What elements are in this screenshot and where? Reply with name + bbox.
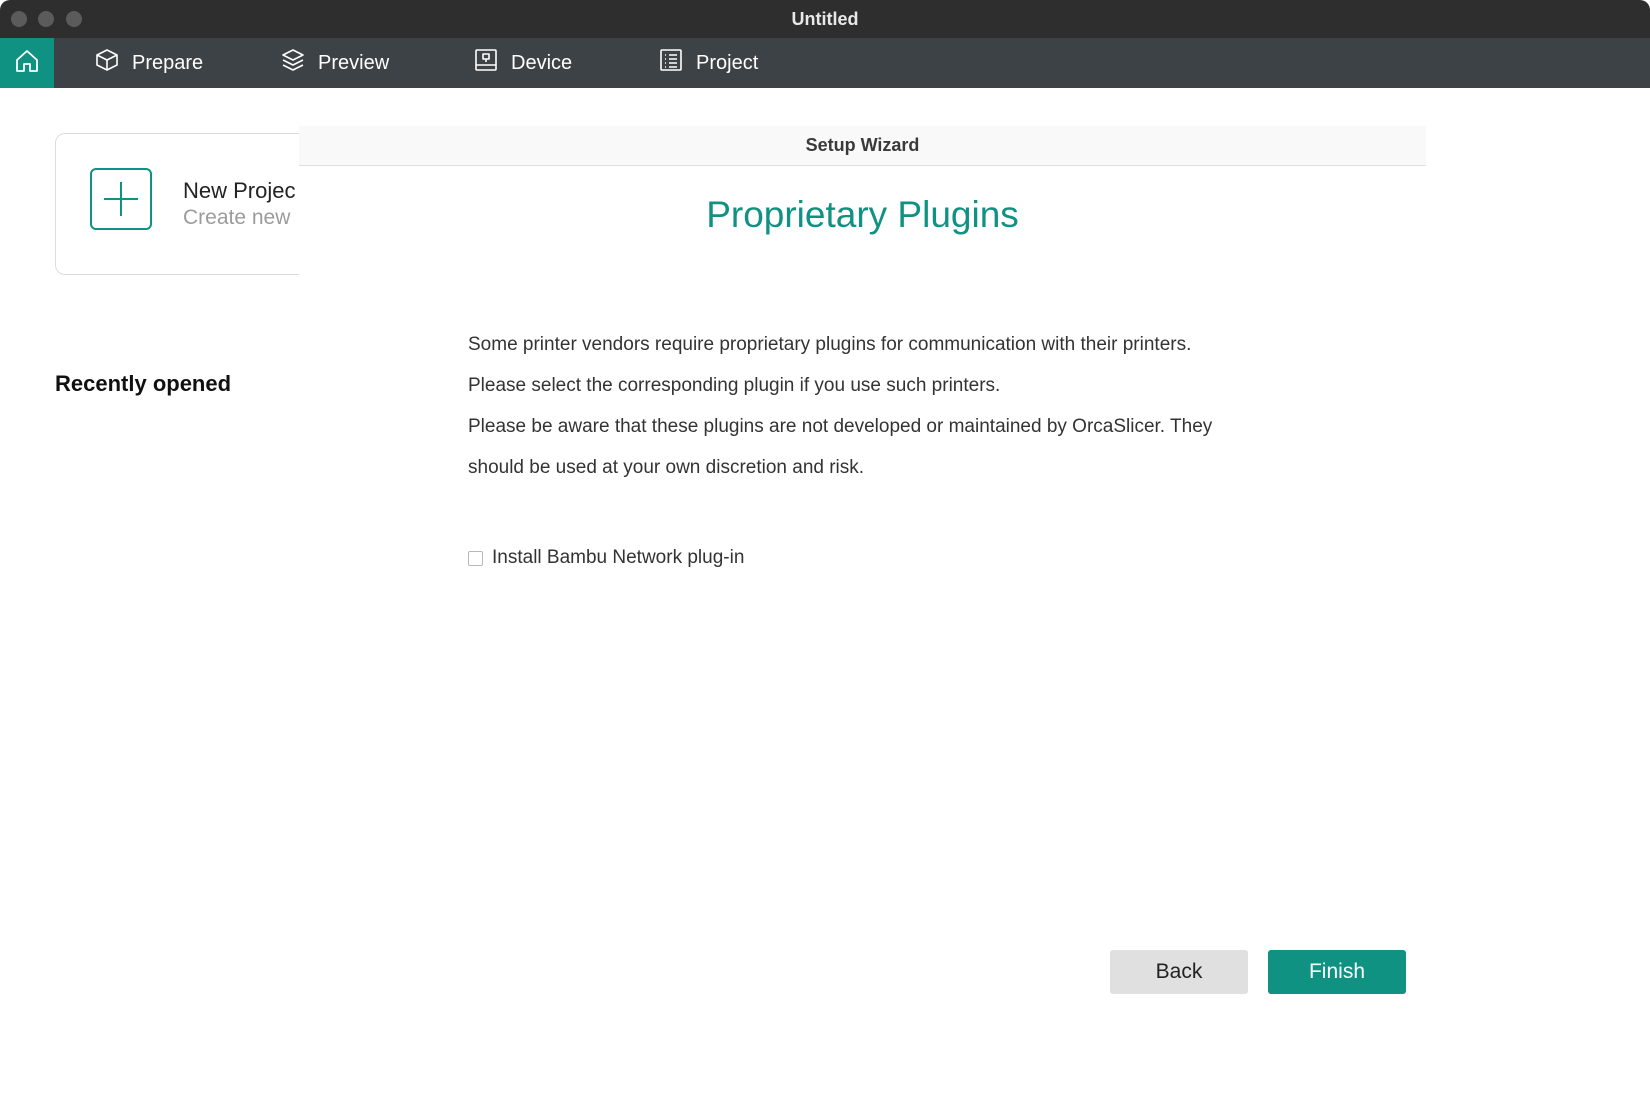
cube-icon [94,47,132,79]
device-icon [473,47,511,79]
top-nav: Prepare Preview Device Project [0,38,1650,88]
title-bar: Untitled [0,0,1650,38]
window-title: Untitled [791,9,859,29]
wizard-description: Some printer vendors require proprietary… [468,324,1288,488]
wizard-header: Setup Wizard [299,126,1426,166]
tab-device[interactable]: Device [473,38,572,88]
tab-preview[interactable]: Preview [280,38,389,88]
bambu-plugin-option[interactable]: Install Bambu Network plug-in [468,547,744,569]
tab-home[interactable] [0,38,54,88]
tab-preview-label: Preview [318,51,390,74]
layers-icon [280,47,318,79]
bambu-plugin-checkbox[interactable] [468,550,483,566]
tab-project-label: Project [696,51,759,74]
plus-icon [90,168,152,230]
description-line: Some printer vendors require proprietary… [468,334,1192,355]
description-line: should be used at your own discretion an… [468,457,865,478]
finish-button[interactable]: Finish [1268,950,1406,994]
back-button[interactable]: Back [1110,950,1248,994]
setup-wizard-dialog: Setup Wizard Proprietary Plugins Some pr… [299,126,1426,1100]
tab-prepare-label: Prepare [132,51,204,74]
wizard-title: Proprietary Plugins [706,194,1019,235]
list-icon [658,47,696,79]
tab-project[interactable]: Project [658,38,758,88]
new-project-subtitle: Create new [183,206,291,229]
description-line: Please be aware that these plugins are n… [468,416,1213,437]
bambu-plugin-label[interactable]: Install Bambu Network plug-in [492,547,744,569]
description-line: Please select the corresponding plugin i… [468,375,1001,396]
home-icon [14,48,40,79]
recently-opened-heading: Recently opened [55,371,232,396]
tab-prepare[interactable]: Prepare [94,38,203,88]
tab-device-label: Device [511,51,573,74]
new-project-title: New Projec [183,178,296,203]
